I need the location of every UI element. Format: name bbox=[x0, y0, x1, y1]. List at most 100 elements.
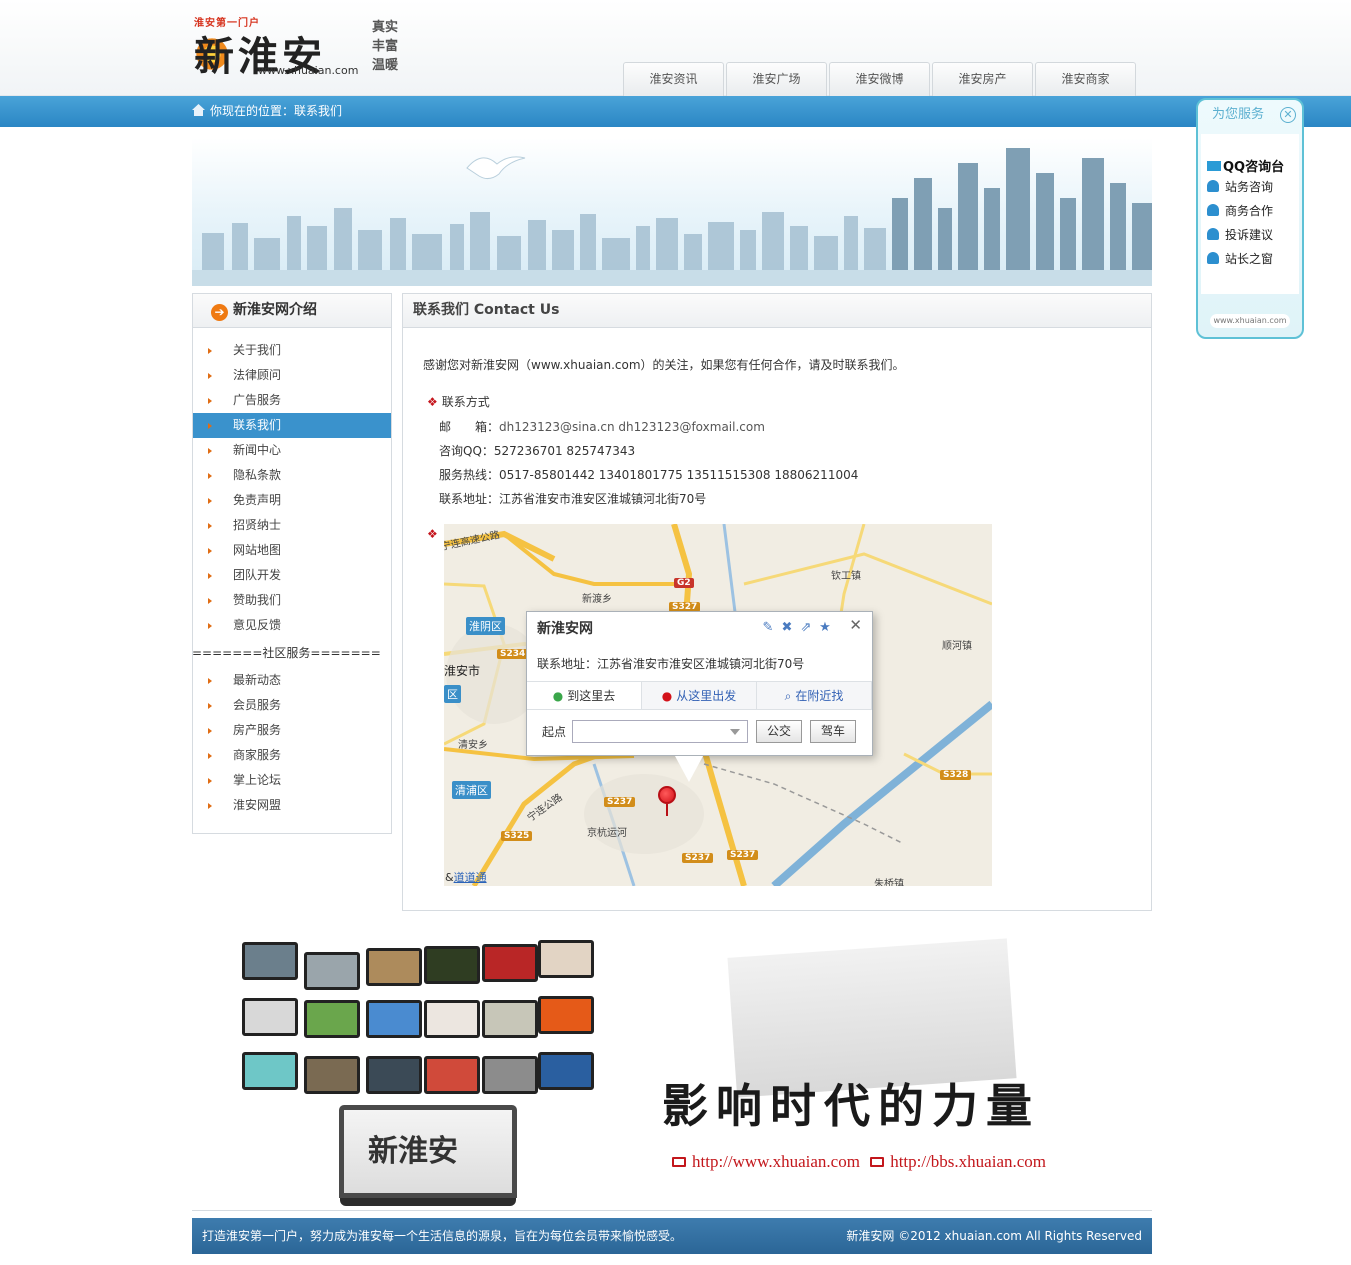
motto-line: 温暖 bbox=[372, 58, 399, 73]
email-value[interactable]: dh123123@sina.cn dh123123@foxmail.com bbox=[499, 420, 765, 434]
sidebar-item-member[interactable]: 会员服务 bbox=[193, 693, 391, 718]
community-divider: =======社区服务======= bbox=[192, 646, 381, 660]
sidebar-item-alliance[interactable]: 淮安网盟 bbox=[193, 793, 391, 818]
map-label-shunhe: 顺河镇 bbox=[942, 641, 972, 652]
sidebar-item-news[interactable]: 新闻中心 bbox=[193, 438, 391, 463]
page-title: 联系我们 Contact Us bbox=[403, 294, 1151, 328]
intro-text: 感谢您对新淮安网（www.xhuaian.com）的关注，如果您有任何合作，请及… bbox=[423, 358, 905, 372]
sidebar-item-disclaimer[interactable]: 免责声明 bbox=[193, 488, 391, 513]
sidebar-item-latest[interactable]: 最新动态 bbox=[193, 668, 391, 693]
map-label-xindu: 新渡乡 bbox=[582, 594, 612, 605]
contact-email-row: 邮 箱：dh123123@sina.cn dh123123@foxmail.co… bbox=[439, 418, 765, 435]
map-label-qingan: 清安乡 bbox=[458, 740, 488, 751]
service-item-complaint[interactable]: 投诉建议 bbox=[1207, 226, 1273, 243]
sidebar-item-ads[interactable]: 广告服务 bbox=[193, 388, 391, 413]
user-icon bbox=[1207, 180, 1219, 192]
map-provider-link[interactable]: 道道通 bbox=[454, 871, 487, 884]
route-tabs: ● 到这里去 ● 从这里出发 ⌕ 在附近找 bbox=[527, 681, 872, 710]
star-icon[interactable]: ★ bbox=[818, 621, 832, 635]
sidebar-item-contact[interactable]: 联系我们 bbox=[193, 413, 391, 438]
promo-link-bbs[interactable]: http://bbs.xhuaian.com bbox=[890, 1152, 1046, 1171]
sidebar-title: 新淮安网介绍 bbox=[233, 302, 317, 318]
sidebar-header: ➔ 新淮安网介绍 bbox=[193, 294, 391, 328]
address-label: 联系地址： bbox=[439, 492, 500, 506]
sidebar-item-jobs[interactable]: 招贤纳士 bbox=[193, 513, 391, 538]
breadcrumb-bar: 你现在的位置：联系我们 bbox=[0, 96, 1351, 127]
service-item-site-consult[interactable]: 站务咨询 bbox=[1207, 178, 1273, 195]
sidebar-item-legal[interactable]: 法律顾问 bbox=[193, 363, 391, 388]
service-item-webmaster[interactable]: 站长之窗 bbox=[1207, 250, 1273, 267]
location-map[interactable]: 宁连高速公路 新渡乡 钦工镇 顺河镇 淮阴区 淮安市 区 清安乡 清浦区 京杭运… bbox=[444, 524, 992, 886]
user-icon bbox=[1207, 204, 1219, 216]
sidebar-item-housing[interactable]: 房产服务 bbox=[193, 718, 391, 743]
logo-motto: 真实 丰富 温暖 bbox=[372, 18, 412, 75]
location-pin-icon[interactable] bbox=[658, 786, 676, 804]
service-item-label: 站务咨询 bbox=[1225, 180, 1274, 194]
promo-links: http://www.xhuaian.com http://bbs.xhuaia… bbox=[672, 1152, 1046, 1172]
tab-go-here[interactable]: ● 到这里去 bbox=[527, 682, 642, 709]
bullet-icon: ❖ bbox=[427, 527, 438, 541]
qq-console-title: QQ咨询台 bbox=[1207, 156, 1284, 175]
map-label-huaian-city: 淮安市 bbox=[444, 664, 481, 678]
info-window-title: 新淮安网 bbox=[537, 621, 593, 637]
folder-icon bbox=[1207, 161, 1221, 171]
nav-tab-plaza[interactable]: 淮安广场 bbox=[726, 62, 827, 96]
service-item-business[interactable]: 商务合作 bbox=[1207, 202, 1273, 219]
start-label: 起点 bbox=[542, 725, 567, 739]
map-shield-g2: G2 bbox=[674, 578, 694, 588]
route-form: 起点 公交 驾车 bbox=[542, 720, 857, 743]
promo-banner: 新淮安 影响时代的力量 http://www.xhuaian.com http:… bbox=[192, 920, 1152, 1210]
sidebar-item-about[interactable]: 关于我们 bbox=[193, 338, 391, 363]
nav-tab-realestate[interactable]: 淮安房产 bbox=[932, 62, 1033, 96]
map-label-qingpu: 清浦区 bbox=[452, 781, 491, 799]
contact-qq-row: 咨询QQ：527236701 825747343 bbox=[439, 442, 635, 459]
tab-start-here[interactable]: ● 从这里出发 bbox=[642, 682, 757, 709]
sidebar-item-feedback[interactable]: 意见反馈 bbox=[193, 613, 391, 638]
contact-heading: ❖ 联系方式 bbox=[427, 393, 490, 410]
sidebar-item-privacy[interactable]: 隐私条款 bbox=[193, 463, 391, 488]
info-window-tools: ✎ ✖ ⇗ ★ bbox=[761, 621, 832, 635]
nav-tab-news[interactable]: 淮安资讯 bbox=[623, 62, 724, 96]
sidebar-item-merchant[interactable]: 商家服务 bbox=[193, 743, 391, 768]
delete-icon[interactable]: ✖ bbox=[780, 621, 794, 635]
sidebar-item-mobile-forum[interactable]: 掌上论坛 bbox=[193, 768, 391, 793]
close-icon[interactable]: ✕ bbox=[849, 616, 862, 634]
nav-tab-weibo[interactable]: 淮安微博 bbox=[829, 62, 930, 96]
nav-tab-merchants[interactable]: 淮安商家 bbox=[1035, 62, 1136, 96]
contact-heading-text: 联系方式 bbox=[441, 395, 490, 409]
hotline-value: 0517-85801442 13401801775 13511515308 18… bbox=[499, 468, 859, 482]
footer-copyright: 新淮安网 ©2012 xhuaian.com All Rights Reserv… bbox=[846, 1229, 1142, 1243]
sidebar: ➔ 新淮安网介绍 关于我们 法律顾问 广告服务 联系我们 新闻中心 隐私条款 免责… bbox=[192, 293, 392, 834]
share-icon[interactable]: ⇗ bbox=[799, 621, 813, 635]
map-shield-s237: S237 bbox=[604, 797, 636, 807]
footer-divider bbox=[192, 1210, 1152, 1211]
start-point-select[interactable] bbox=[572, 720, 749, 743]
tab-search-nearby[interactable]: ⌕ 在附近找 bbox=[757, 682, 872, 709]
drive-button[interactable]: 驾车 bbox=[810, 720, 857, 743]
qq-label: 咨询QQ： bbox=[439, 444, 494, 458]
promo-link-main[interactable]: http://www.xhuaian.com bbox=[692, 1152, 860, 1171]
home-icon[interactable] bbox=[192, 104, 205, 116]
edit-icon[interactable]: ✎ bbox=[761, 621, 775, 635]
service-footer-url: www.xhuaian.com bbox=[1210, 314, 1290, 328]
breadcrumb: 你现在的位置：联系我们 bbox=[192, 96, 342, 127]
contact-hotline-row: 服务热线：0517-85801442 13401801775 135115153… bbox=[439, 466, 858, 483]
location-pin-stem bbox=[666, 804, 668, 816]
sidebar-item-sponsor[interactable]: 赞助我们 bbox=[193, 588, 391, 613]
tab-label: 从这里出发 bbox=[676, 689, 737, 703]
footer-mission: 打造淮安第一门户，努力成为淮安每一个生活信息的源泉，旨在为每位会员带来愉悦感受。 bbox=[202, 1229, 683, 1243]
service-item-label: 商务合作 bbox=[1225, 204, 1274, 218]
city-skyline-banner bbox=[192, 138, 1152, 286]
qq-value: 527236701 825747343 bbox=[493, 444, 636, 458]
site-header: 淮安第一门户 新淮安 www.xhuaian.com 真实 丰富 温暖 淮安资讯… bbox=[0, 0, 1351, 96]
hotline-label: 服务热线： bbox=[439, 468, 500, 482]
tab-label: 在附近找 bbox=[795, 689, 844, 703]
sidebar-item-sitemap[interactable]: 网站地图 bbox=[193, 538, 391, 563]
contact-address-row: 联系地址：江苏省淮安市淮安区淮城镇河北街70号 bbox=[439, 490, 706, 507]
close-icon[interactable]: ✕ bbox=[1280, 107, 1296, 123]
sidebar-item-team[interactable]: 团队开发 bbox=[193, 563, 391, 588]
computer-icon bbox=[672, 1157, 686, 1167]
bus-button[interactable]: 公交 bbox=[756, 720, 803, 743]
map-label-canal: 京杭运河 bbox=[587, 828, 627, 839]
site-logo[interactable]: 淮安第一门户 新淮安 www.xhuaian.com 真实 丰富 温暖 bbox=[192, 14, 412, 80]
